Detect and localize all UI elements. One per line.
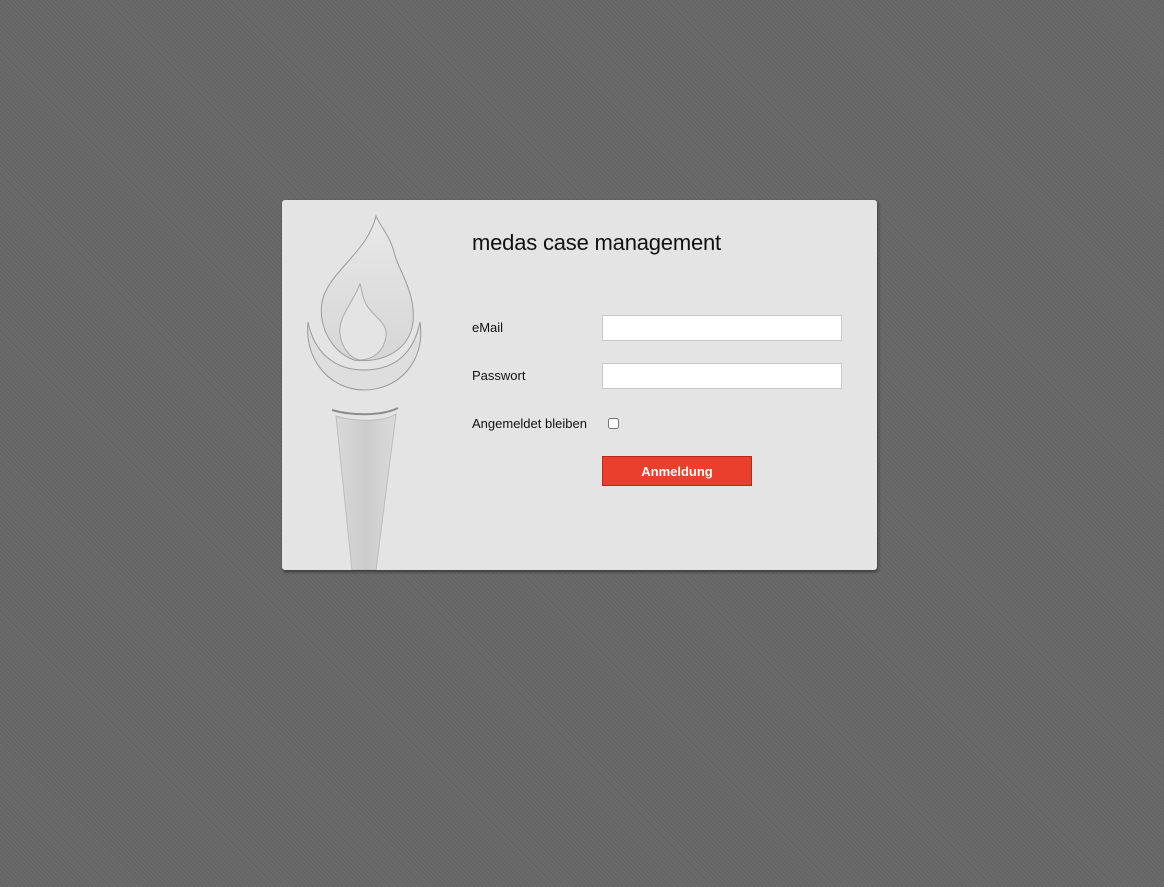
password-field[interactable] xyxy=(602,363,842,389)
remember-me-checkbox[interactable] xyxy=(608,418,619,429)
email-label: eMail xyxy=(472,320,504,335)
torch-icon xyxy=(307,214,422,570)
email-field[interactable] xyxy=(602,315,842,341)
remember-me-label: Angemeldet bleiben xyxy=(472,416,587,431)
password-label: Passwort xyxy=(472,368,526,383)
login-button[interactable]: Anmeldung xyxy=(602,456,752,486)
login-card: medas case management eMail Passwort Ang… xyxy=(282,200,877,570)
page-title: medas case management xyxy=(472,230,721,255)
